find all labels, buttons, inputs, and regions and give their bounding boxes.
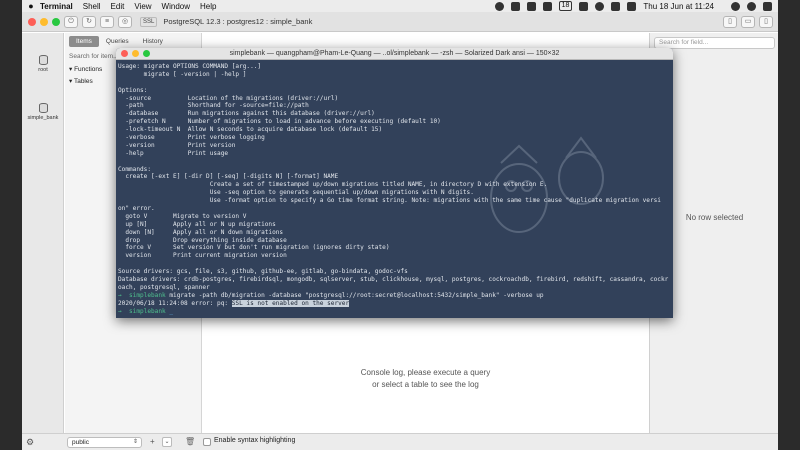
- database-icon[interactable]: ◎: [118, 15, 132, 28]
- terminal-title: simplebank — quangpham@Pham-Le-Quang — .…: [229, 50, 560, 57]
- terminal-line: oach, postgresql, spanner: [118, 283, 210, 291]
- menu-edit[interactable]: Edit: [111, 2, 125, 11]
- minimize-icon[interactable]: [40, 17, 48, 26]
- console-msg-line: or select a table to see the log: [372, 380, 479, 389]
- console-log-placeholder: Console log, please execute a query or s…: [203, 367, 648, 391]
- power-icon[interactable]: ⏻: [64, 15, 78, 28]
- terminal-line: version Print current migration version: [118, 252, 287, 260]
- menu-view[interactable]: View: [134, 2, 151, 11]
- control-center-icon[interactable]: [763, 1, 772, 11]
- search-icon[interactable]: [731, 1, 740, 11]
- command-text: migrate -path db/migration -database "po…: [165, 291, 544, 299]
- item-search-input[interactable]: Search for item...: [69, 53, 119, 60]
- rail-item-label: simple_bank: [27, 115, 59, 121]
- syntax-highlighting-checkbox[interactable]: [203, 438, 211, 446]
- add-icon[interactable]: +: [150, 437, 155, 446]
- gear-icon[interactable]: ⚙: [26, 437, 34, 448]
- layout-left-icon[interactable]: ▯: [723, 15, 737, 28]
- rail-item-root[interactable]: root: [22, 55, 64, 73]
- trash-icon[interactable]: 🗑: [185, 437, 195, 446]
- terminal-line: migrate [ -version | -help ]: [118, 70, 247, 78]
- record-icon[interactable]: [494, 1, 504, 11]
- tab-items[interactable]: Items: [69, 36, 99, 47]
- menu-terminal[interactable]: Terminal: [40, 2, 73, 11]
- close-icon[interactable]: [28, 17, 36, 26]
- sidebar-tabs: Items Queries History: [69, 36, 170, 47]
- flag-icon[interactable]: [611, 1, 621, 11]
- terminal-line: -source Location of the migrations (driv…: [118, 94, 339, 102]
- desktop: ● Terminal Shell Edit View Window Help 1…: [0, 0, 800, 450]
- gopher-watermark: [490, 136, 604, 233]
- terminal-line: -path Shorthand for -source=file://path: [118, 102, 309, 110]
- tree-item-label: Functions: [74, 66, 103, 73]
- sql-icon[interactable]: ≡: [100, 15, 114, 28]
- rail-item-simple-bank[interactable]: simple_bank: [22, 103, 64, 121]
- tab-history[interactable]: History: [136, 36, 170, 47]
- terminal-line: Source drivers: gcs, file, s3, github, g…: [118, 268, 408, 276]
- error-prefix: 2020/06/18 11:24:08 error: pq:: [118, 299, 232, 307]
- layout-right-icon[interactable]: ▯: [759, 15, 773, 28]
- db-toolbar: ⏻ ↻ ≡ ◎ SSL PostgreSQL 12.3 : postgres12…: [22, 12, 778, 32]
- menu-help[interactable]: Help: [200, 2, 216, 11]
- tab-queries[interactable]: Queries: [99, 36, 136, 47]
- layout-bottom-icon[interactable]: ▭: [741, 15, 755, 28]
- battery-icon[interactable]: [627, 1, 637, 11]
- user-avatar-icon[interactable]: [747, 1, 756, 11]
- zoom-icon[interactable]: [52, 17, 60, 26]
- syntax-highlighting-label: Enable syntax highlighting: [214, 437, 296, 444]
- terminal-titlebar[interactable]: simplebank — quangpham@Pham-Le-Quang — .…: [116, 48, 673, 60]
- prompt-directory: → simplebank: [118, 307, 166, 315]
- console-msg-line: Console log, please execute a query: [360, 368, 491, 377]
- refresh-icon[interactable]: ↻: [82, 15, 96, 28]
- bluetooth-icon[interactable]: [579, 1, 589, 11]
- connection-rail: root simple_bank: [22, 33, 64, 450]
- terminal-error-line: 2020/06/18 11:24:08 error: pq: SSL is no…: [118, 299, 671, 308]
- terminal-line: -prefetch N Number of migrations to load…: [118, 118, 441, 126]
- bottom-bar: ⚙ public ⇕ + ⌄ 🗑 Enable syntax highlight…: [22, 433, 778, 450]
- terminal-line: Database drivers: crdb-postgres, firebir…: [118, 276, 669, 284]
- connection-title: PostgreSQL 12.3 : postgres12 : simple_ba…: [163, 17, 313, 26]
- menu-window[interactable]: Window: [162, 2, 190, 11]
- macos-menubar: ● Terminal Shell Edit View Window Help 1…: [22, 0, 778, 12]
- calendar-badge[interactable]: 18: [558, 1, 573, 11]
- terminal-line: Usage: migrate OPTIONS COMMAND [arg...]: [118, 63, 262, 70]
- database-icon: [38, 103, 48, 113]
- menubar-clock[interactable]: Thu 18 Jun at 11:24: [643, 2, 714, 11]
- schema-select-value: public: [72, 439, 89, 446]
- terminal-command-line: → simplebank migrate -path db/migration …: [118, 292, 671, 300]
- terminal-cursor: _: [165, 307, 174, 315]
- menu-shell[interactable]: Shell: [83, 2, 101, 11]
- apple-menu-icon[interactable]: ●: [22, 1, 40, 11]
- chevron-updown-icon: ⇕: [132, 439, 138, 445]
- error-highlight: SSL is not enabled on the server: [231, 299, 350, 307]
- screen-icon[interactable]: [526, 1, 536, 11]
- tree-item-functions[interactable]: ▾ Functions: [69, 65, 102, 73]
- ssl-badge: SSL: [140, 16, 158, 27]
- wifi-icon[interactable]: [595, 1, 605, 11]
- prompt-directory: → simplebank: [118, 291, 166, 299]
- terminal-prompt-line: → simplebank _: [118, 308, 671, 316]
- tree-item-tables[interactable]: ▾ Tables: [69, 77, 93, 85]
- database-icon: [38, 55, 48, 65]
- schema-select[interactable]: public ⇕: [67, 437, 142, 448]
- chevron-down-icon[interactable]: ⌄: [162, 437, 172, 447]
- app-status-icon[interactable]: [510, 1, 520, 11]
- tree-item-label: Tables: [73, 78, 93, 85]
- terminal-line: -database Run migrations against this da…: [118, 110, 375, 118]
- terminal-window[interactable]: simplebank — quangpham@Pham-Le-Quang — .…: [116, 48, 673, 318]
- cloud-icon[interactable]: [542, 1, 552, 11]
- rail-item-label: root: [38, 67, 48, 73]
- terminal-line: Options:: [118, 86, 148, 94]
- window-controls: [22, 17, 60, 26]
